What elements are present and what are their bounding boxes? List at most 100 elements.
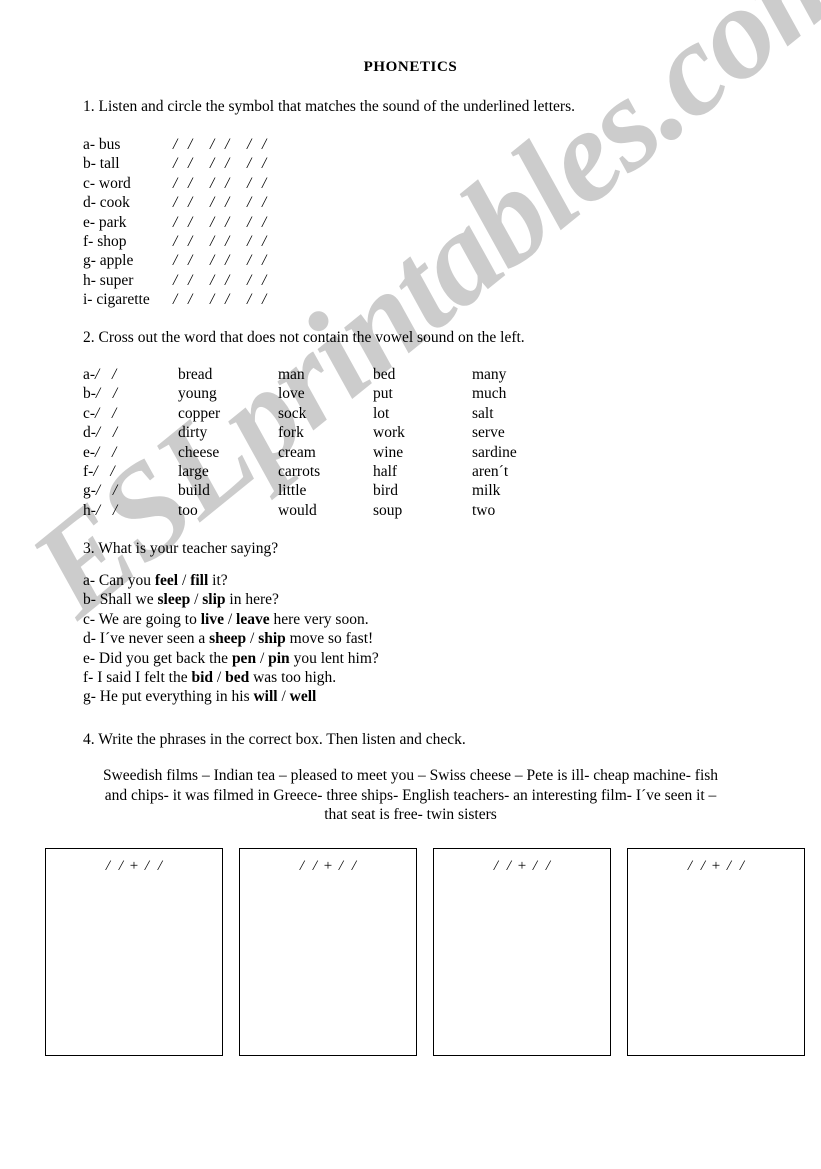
minimal-pair-option-a[interactable]: will	[253, 688, 277, 705]
exercise-2-word[interactable]: would	[278, 502, 317, 520]
exercise-2-word[interactable]: lot	[373, 405, 389, 423]
exercise-2-word[interactable]: many	[472, 366, 506, 384]
exercise-1-word: e- park	[83, 213, 127, 231]
minimal-pair-option-a[interactable]: live	[201, 611, 224, 628]
phonetic-slot[interactable]: / /	[173, 272, 210, 290]
exercise-2-row-letter: a-	[83, 366, 96, 383]
slash-glyph: /	[188, 136, 193, 153]
minimal-pair-option-b[interactable]: well	[290, 688, 317, 705]
exercise-2-vowel-slot[interactable]: h- / /	[83, 502, 130, 520]
phonetic-slot[interactable]: / /	[210, 272, 247, 290]
exercise-2-word[interactable]: work	[373, 424, 405, 442]
minimal-pair-option-b[interactable]: pin	[268, 650, 290, 667]
exercise-2-word[interactable]: wine	[373, 444, 403, 462]
phonetic-slot[interactable]: / /	[210, 291, 247, 309]
minimal-pair-option-a[interactable]: bid	[191, 669, 213, 686]
phonetic-slot[interactable]: / /	[173, 155, 210, 173]
phonetic-slot[interactable]: / /	[173, 214, 210, 232]
minimal-pair-option-b[interactable]: ship	[258, 630, 286, 647]
exercise-2-vowel-slot[interactable]: b- / /	[83, 385, 130, 403]
slash-glyph: /	[188, 174, 193, 192]
phonetic-slot[interactable]: / /	[210, 252, 247, 270]
exercise-2-word[interactable]: bread	[178, 366, 212, 384]
exercise-2-word[interactable]: sardine	[472, 444, 517, 462]
minimal-pair-option-b[interactable]: fill	[190, 572, 208, 589]
minimal-pair-option-a[interactable]: pen	[232, 650, 256, 667]
exercise-2-word[interactable]: dirty	[178, 424, 207, 442]
exercise-2-word[interactable]: put	[373, 385, 393, 403]
exercise-2-word[interactable]: sock	[278, 405, 306, 423]
phonetic-slot[interactable]: / /	[210, 175, 247, 193]
phonetic-slot[interactable]: / /	[247, 214, 284, 232]
phonetic-slot[interactable]: / /	[247, 233, 284, 251]
exercise-2-word[interactable]: much	[472, 385, 506, 403]
exercise-2-word[interactable]: bird	[373, 482, 398, 500]
exercise-2-word[interactable]: love	[278, 385, 305, 403]
exercise-2-word[interactable]: bed	[373, 366, 395, 384]
exercise-2-word[interactable]: cheese	[178, 444, 219, 462]
exercise-2-word[interactable]: fork	[278, 424, 304, 442]
plus-glyph: +	[711, 858, 721, 874]
exercise-2-vowel-slot[interactable]: g- / /	[83, 482, 130, 500]
minimal-pair-option-a[interactable]: sheep	[209, 630, 246, 647]
exercise-3-instruction: 3. What is your teacher saying?	[83, 540, 279, 557]
exercise-2-word[interactable]: milk	[472, 482, 500, 500]
exercise-2-word[interactable]: soup	[373, 502, 402, 520]
exercise-2-vowel-slot[interactable]: f- / /	[83, 463, 127, 481]
phonetic-slot[interactable]: / /	[247, 291, 284, 309]
exercise-2-word[interactable]: too	[178, 502, 198, 520]
answer-box[interactable]: / / + / /	[239, 848, 417, 1056]
phonetic-slot[interactable]: / /	[173, 175, 210, 193]
phonetic-slot[interactable]: / /	[173, 233, 210, 251]
phonetic-slot[interactable]: / /	[210, 155, 247, 173]
phonetic-slot[interactable]: / /	[173, 136, 210, 154]
exercise-2-word[interactable]: large	[178, 463, 209, 481]
exercise-2-word[interactable]: little	[278, 482, 306, 500]
phonetic-slot[interactable]: / /	[210, 136, 247, 154]
exercise-2-vowel-slot[interactable]: e- / /	[83, 444, 129, 462]
exercise-2-vowel-slot[interactable]: c- / /	[83, 405, 129, 423]
phonetic-slot[interactable]: / /	[247, 194, 284, 212]
phonetic-slot[interactable]: / /	[247, 272, 284, 290]
slash-glyph: /	[112, 366, 117, 383]
exercise-2-word[interactable]: salt	[472, 405, 494, 423]
exercise-1-symbol-choices: / / / / / /	[173, 291, 284, 309]
phonetic-slot[interactable]: / /	[173, 194, 210, 212]
phonetic-slot[interactable]: / /	[247, 175, 284, 193]
exercise-2-word[interactable]: half	[373, 463, 397, 481]
exercise-2-word[interactable]: aren´t	[472, 463, 508, 481]
minimal-pair-option-b[interactable]: bed	[225, 669, 249, 686]
phonetic-slot[interactable]: / /	[210, 194, 247, 212]
answer-box[interactable]: / / + / /	[45, 848, 223, 1056]
slash-glyph: /	[210, 271, 215, 289]
minimal-pair-option-b[interactable]: slip	[202, 591, 225, 608]
exercise-2-word[interactable]: carrots	[278, 463, 320, 481]
exercise-2-vowel-slot[interactable]: d- / /	[83, 424, 130, 442]
slash-glyph: /	[173, 271, 178, 289]
exercise-2-word[interactable]: cream	[278, 444, 316, 462]
phonetic-slot[interactable]: / /	[247, 252, 284, 270]
exercise-2-word[interactable]: young	[178, 385, 217, 403]
slash-glyph: /	[262, 136, 267, 153]
answer-box[interactable]: / / + / /	[627, 848, 805, 1056]
exercise-2-word[interactable]: man	[278, 366, 305, 384]
exercise-2-word[interactable]: copper	[178, 405, 220, 423]
slash-glyph: /	[105, 858, 111, 874]
slash-glyph: /	[95, 366, 100, 383]
exercise-2-word[interactable]: build	[178, 482, 210, 500]
phonetic-slot[interactable]: / /	[173, 252, 210, 270]
answer-box[interactable]: / / + / /	[433, 848, 611, 1056]
phonetic-slot[interactable]: / /	[210, 233, 247, 251]
minimal-pair-option-a[interactable]: sleep	[157, 591, 190, 608]
slash-glyph: /	[247, 271, 252, 289]
phonetic-slot[interactable]: / /	[173, 291, 210, 309]
phonetic-slot[interactable]: / /	[210, 214, 247, 232]
minimal-pair-option-a[interactable]: feel	[155, 572, 178, 589]
slash-glyph: /	[188, 232, 193, 250]
phonetic-slot[interactable]: / /	[247, 136, 284, 154]
exercise-2-word[interactable]: two	[472, 502, 495, 520]
minimal-pair-option-b[interactable]: leave	[236, 611, 270, 628]
exercise-2-vowel-slot[interactable]: a- / /	[83, 366, 129, 384]
exercise-2-word[interactable]: serve	[472, 424, 505, 442]
phonetic-slot[interactable]: / /	[247, 155, 284, 173]
